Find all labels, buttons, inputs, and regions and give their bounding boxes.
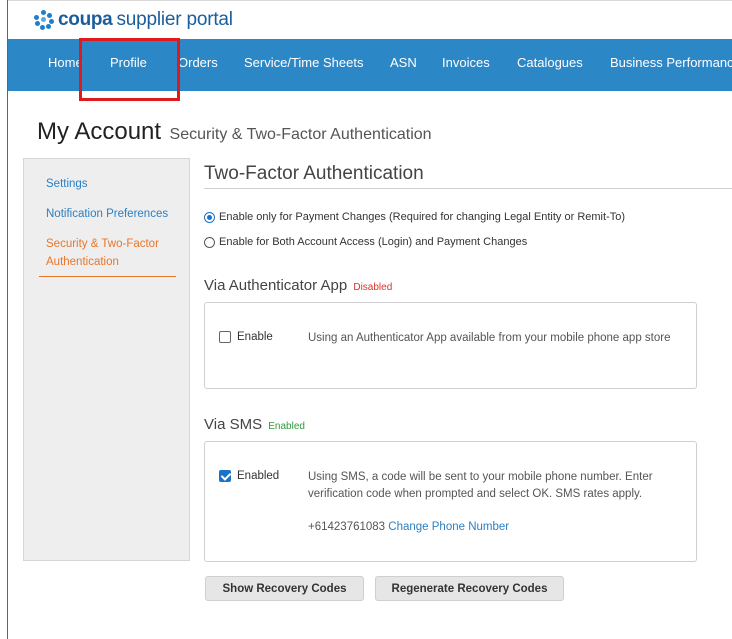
header: coupa supplier portal xyxy=(8,1,732,39)
sms-heading: Via SMS Enabled xyxy=(204,416,305,433)
checkbox-checked[interactable] xyxy=(219,470,231,482)
left-border xyxy=(7,0,8,639)
authenticator-app-heading: Via Authenticator App Disabled xyxy=(204,277,392,294)
sms-status: Enabled xyxy=(268,421,305,432)
sidebar-item-security[interactable]: Security & Two-Factor Authentication xyxy=(46,235,171,271)
sidebar-active-underline xyxy=(39,276,176,277)
sms-heading-text: Via SMS xyxy=(204,416,263,433)
checkbox-unchecked[interactable] xyxy=(219,331,231,343)
sms-phone-line: +61423761083 Change Phone Number xyxy=(308,521,509,533)
tfa-section-title: Two-Factor Authentication xyxy=(204,163,424,184)
page-title-subtitle: Security & Two-Factor Authentication xyxy=(169,126,432,143)
sms-description: Using SMS, a code will be sent to your m… xyxy=(308,471,653,500)
tfa-option-payment-only-label: Enable only for Payment Changes (Require… xyxy=(219,211,625,223)
nav-service-time-sheets[interactable]: Service/Time Sheets xyxy=(244,55,363,70)
coupa-logo-icon xyxy=(34,10,54,30)
authenticator-app-status: Disabled xyxy=(353,282,393,293)
logo-portal-text: supplier portal xyxy=(116,9,233,30)
nav-home[interactable]: Home xyxy=(48,55,83,70)
nav-orders[interactable]: Orders xyxy=(178,55,218,70)
radio-button[interactable] xyxy=(204,236,215,248)
nav-business-performance[interactable]: Business Performance xyxy=(610,55,732,70)
sms-panel: Enabled Using SMS, a code will be sent t… xyxy=(204,441,697,562)
profile-highlight-box xyxy=(79,38,180,101)
tfa-option-login-and-payment[interactable]: Enable for Both Account Access (Login) a… xyxy=(204,236,527,248)
regenerate-recovery-codes-button[interactable]: Regenerate Recovery Codes xyxy=(375,576,564,601)
nav-invoices[interactable]: Invoices xyxy=(442,55,490,70)
sidebar-item-notification-preferences[interactable]: Notification Preferences xyxy=(46,205,168,223)
sms-enabled-checkbox[interactable]: Enabled xyxy=(219,470,279,482)
section-divider xyxy=(204,188,732,189)
logo-brand-text: coupa xyxy=(58,9,113,30)
radio-button-checked[interactable] xyxy=(204,211,215,223)
authenticator-app-heading-text: Via Authenticator App xyxy=(204,277,348,294)
tfa-option-payment-only[interactable]: Enable only for Payment Changes (Require… xyxy=(204,211,625,223)
sidebar-item-settings[interactable]: Settings xyxy=(46,175,88,193)
authenticator-enable-label: Enable xyxy=(237,331,273,343)
change-phone-number-link[interactable]: Change Phone Number xyxy=(388,521,509,533)
tfa-option-login-and-payment-label: Enable for Both Account Access (Login) a… xyxy=(219,236,528,248)
page-title-main: My Account xyxy=(37,118,162,145)
account-sidebar: Settings Notification Preferences Securi… xyxy=(23,158,190,561)
authenticator-enable-checkbox[interactable]: Enable xyxy=(219,331,273,343)
authenticator-app-panel: Enable Using an Authenticator App availa… xyxy=(204,302,697,389)
sms-enabled-label: Enabled xyxy=(237,470,280,482)
nav-asn[interactable]: ASN xyxy=(390,55,417,70)
show-recovery-codes-button[interactable]: Show Recovery Codes xyxy=(205,576,364,601)
coupa-logo[interactable]: coupa supplier portal xyxy=(34,9,233,31)
authenticator-app-description: Using an Authenticator App available fro… xyxy=(308,332,671,344)
sms-phone-number: +61423761083 xyxy=(308,521,386,533)
nav-catalogues[interactable]: Catalogues xyxy=(517,55,583,70)
page-title: My Account Security & Two-Factor Authent… xyxy=(37,118,432,146)
